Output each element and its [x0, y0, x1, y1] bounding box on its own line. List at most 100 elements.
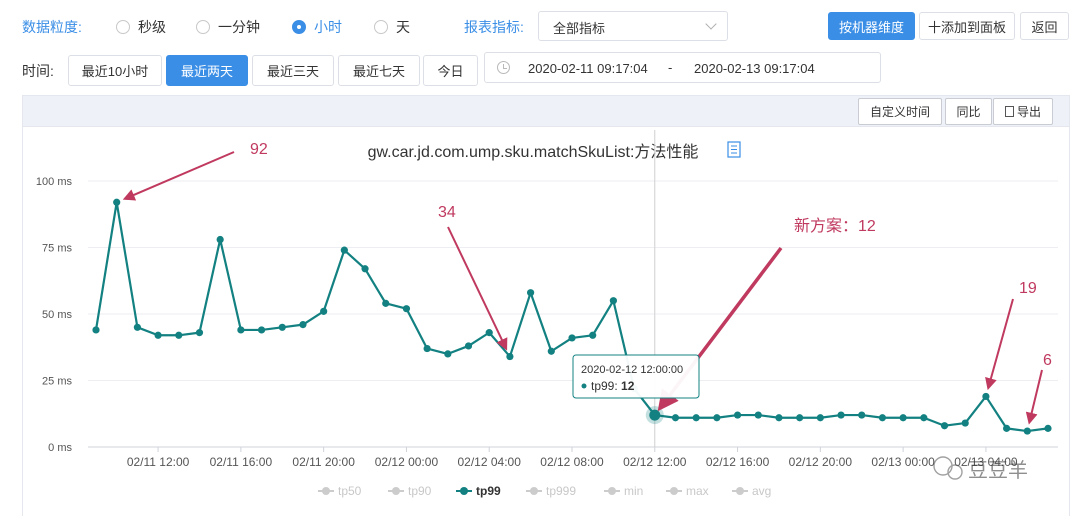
legend-dot — [608, 487, 616, 495]
x-tick-label: 02/12 00:00 — [375, 455, 439, 469]
data-point[interactable] — [1044, 424, 1052, 432]
data-point[interactable] — [340, 246, 348, 254]
legend-label: min — [624, 484, 643, 498]
x-tick-label: 02/11 16:00 — [210, 455, 273, 469]
annotation-label: 6 — [1043, 352, 1052, 369]
legend-dot — [392, 487, 400, 495]
x-tick-label: 02/12 08:00 — [540, 455, 604, 469]
y-tick-label: 0 ms — [48, 442, 72, 454]
y-tick-label: 25 ms — [42, 376, 72, 388]
data-point[interactable] — [713, 414, 721, 422]
legend-label: tp90 — [408, 484, 432, 498]
data-point[interactable] — [361, 265, 369, 273]
data-point[interactable] — [775, 414, 783, 422]
tooltip-series-dot — [581, 383, 587, 389]
data-point[interactable] — [671, 414, 680, 422]
x-tick-label: 02/12 04:00 — [458, 455, 522, 469]
data-point[interactable] — [1023, 427, 1031, 435]
x-tick-label: 02/11 20:00 — [292, 455, 355, 469]
data-point[interactable] — [961, 419, 969, 427]
data-point[interactable] — [920, 414, 928, 422]
legend-label: tp50 — [338, 484, 362, 498]
wechat-bubble-icon — [933, 456, 953, 476]
chart-title-doc-icon[interactable] — [727, 141, 741, 158]
data-point[interactable] — [195, 329, 204, 337]
data-point[interactable] — [589, 331, 597, 339]
legend-dot — [460, 487, 468, 495]
data-point[interactable] — [464, 342, 473, 350]
data-point[interactable] — [692, 414, 700, 422]
chart-svg: gw.car.jd.com.ump.sku.matchSkuList:方法性能 … — [36, 130, 1058, 498]
data-point[interactable] — [92, 326, 100, 334]
annotation-label: 92 — [250, 141, 268, 158]
data-point[interactable] — [527, 289, 535, 297]
x-tick-label: 02/11 12:00 — [127, 455, 190, 469]
data-point[interactable] — [278, 323, 286, 331]
x-tick-label: 02/12 16:00 — [706, 455, 770, 469]
tooltip-series-value: tp99: 12 — [591, 379, 635, 393]
legend-item-tp999[interactable]: tp999 — [526, 484, 576, 498]
data-point[interactable] — [444, 350, 452, 358]
legend-item-tp50[interactable]: tp50 — [318, 484, 362, 498]
data-point[interactable] — [568, 334, 576, 342]
data-point[interactable] — [940, 422, 949, 430]
x-tick-label: 02/12 20:00 — [789, 455, 853, 469]
data-point[interactable] — [423, 344, 431, 353]
data-point[interactable] — [816, 414, 824, 422]
data-point[interactable] — [154, 331, 162, 339]
annotation-label: 19 — [1019, 280, 1037, 297]
annotation-label: 34 — [438, 204, 456, 221]
data-point[interactable] — [237, 326, 245, 334]
data-point[interactable] — [382, 299, 390, 307]
annotation-label: 新方案：12 — [794, 217, 876, 235]
data-point[interactable] — [485, 329, 493, 337]
data-point[interactable] — [837, 411, 845, 419]
data-point[interactable] — [649, 409, 661, 421]
series-line-tp99 — [94, 201, 1049, 433]
data-point[interactable] — [547, 347, 555, 355]
annotation-arrow — [447, 226, 508, 351]
annotation-arrow — [985, 298, 1014, 391]
data-point[interactable] — [858, 411, 866, 419]
legend-dot — [736, 487, 744, 495]
y-tick-label: 100 ms — [36, 176, 73, 188]
data-point[interactable] — [402, 305, 411, 313]
x-tick-label: 02/12 12:00 — [623, 455, 687, 469]
chart-title: gw.car.jd.com.ump.sku.matchSkuList:方法性能 — [368, 143, 699, 161]
data-point[interactable] — [733, 411, 742, 419]
legend-label: tp999 — [546, 484, 576, 498]
data-point[interactable] — [133, 323, 141, 331]
legend-item-tp99[interactable]: tp99 — [456, 484, 501, 498]
data-point[interactable] — [1003, 424, 1011, 432]
data-point[interactable] — [257, 326, 266, 334]
legend-item-tp90[interactable]: tp90 — [388, 484, 432, 498]
data-point[interactable] — [754, 411, 762, 419]
annotation-arrow — [1025, 369, 1043, 425]
data-point[interactable] — [320, 307, 328, 315]
x-tick-label: 02/13 00:00 — [871, 455, 935, 469]
data-point[interactable] — [982, 392, 990, 401]
legend-label: max — [686, 484, 709, 498]
annotation-arrow — [122, 151, 235, 201]
data-point[interactable] — [796, 414, 804, 422]
data-point[interactable] — [899, 414, 907, 422]
data-point[interactable] — [609, 297, 617, 305]
y-tick-label: 75 ms — [42, 243, 72, 255]
wechat-watermark: 豆豆羊 — [933, 456, 1028, 482]
legend-label: tp99 — [476, 484, 501, 498]
tooltip-time: 2020-02-12 12:00:00 — [581, 364, 683, 376]
data-point[interactable] — [299, 321, 307, 329]
data-point[interactable] — [506, 352, 514, 361]
y-tick-label: 50 ms — [42, 309, 72, 321]
watermark-text: 豆豆羊 — [968, 459, 1028, 482]
data-point[interactable] — [175, 331, 183, 339]
legend-dot — [322, 487, 330, 495]
data-point[interactable] — [113, 198, 121, 206]
data-point[interactable] — [216, 235, 224, 244]
data-point[interactable] — [878, 414, 887, 422]
legend-dot — [670, 487, 678, 495]
legend-item-avg[interactable]: avg — [732, 484, 771, 498]
legend-item-max[interactable]: max — [666, 484, 709, 498]
legend-item-min[interactable]: min — [604, 484, 643, 498]
legend-label: avg — [752, 484, 771, 498]
